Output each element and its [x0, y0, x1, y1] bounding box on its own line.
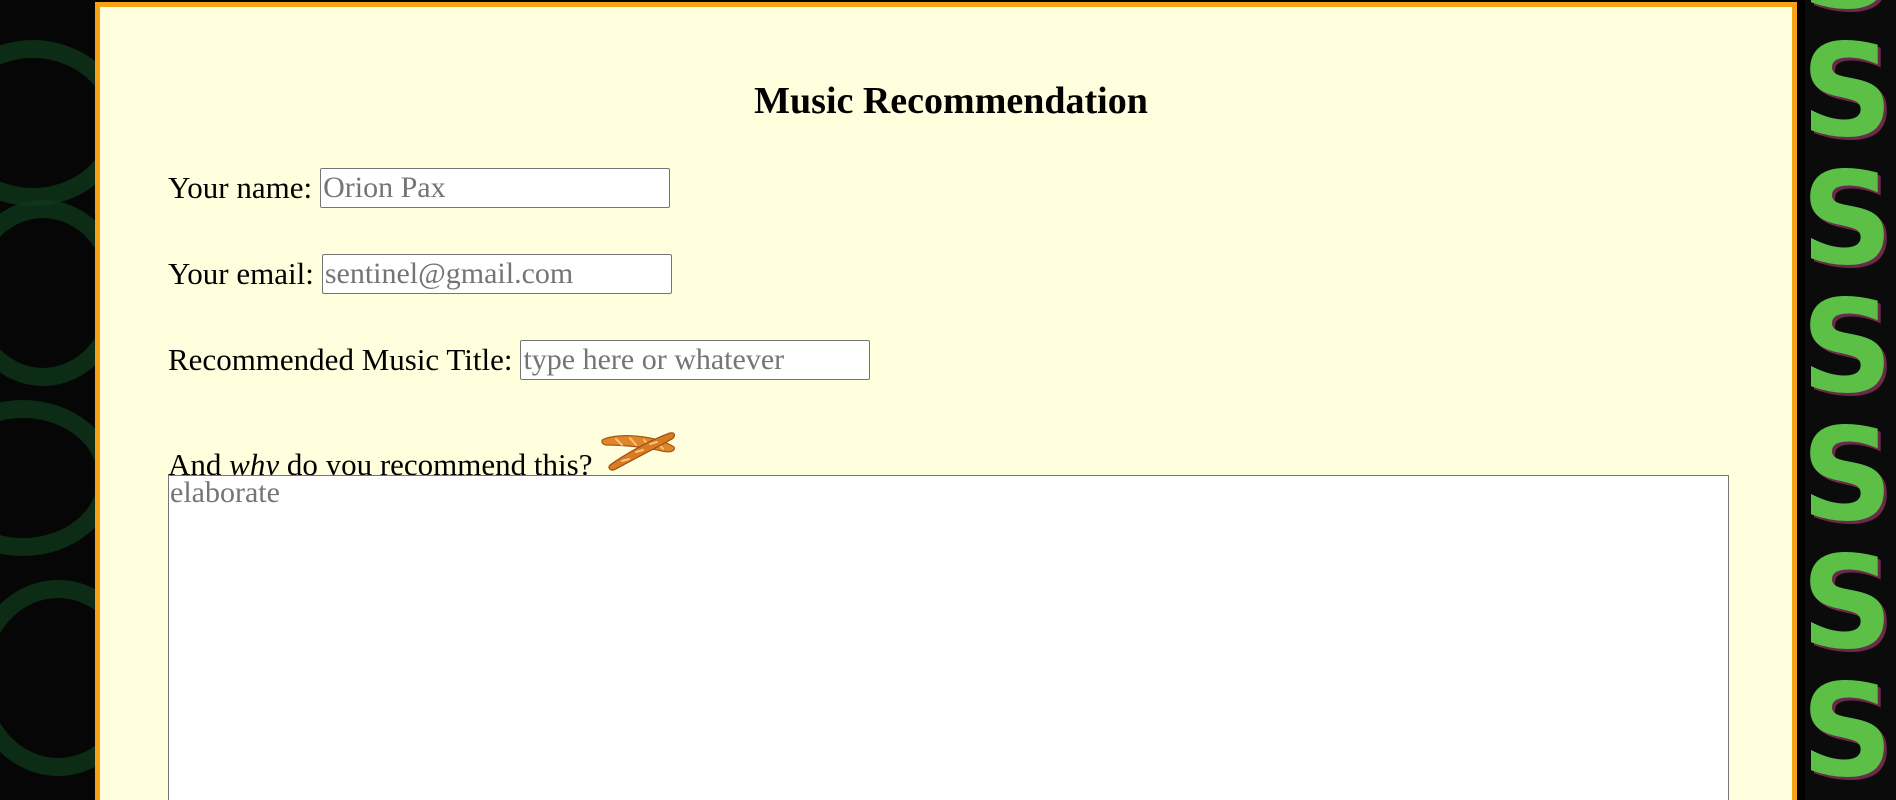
page-title: Music Recommendation: [754, 80, 1148, 122]
background-sp-text: Sp: [1805, 145, 1896, 294]
background-ring: [0, 580, 95, 776]
email-label: Your email:: [168, 256, 314, 291]
music-title-input[interactable]: [520, 340, 871, 380]
recommendation-form-panel: Music Recommendation Your name: Your ema…: [95, 2, 1797, 800]
background-ring: [0, 200, 95, 386]
background-sp-text: Sp: [1805, 529, 1896, 678]
name-input[interactable]: [320, 168, 671, 208]
background-ring: [0, 40, 95, 206]
email-row: Your email:: [168, 254, 672, 294]
name-row: Your name:: [168, 168, 671, 208]
background-sp-text: Sp: [1805, 657, 1896, 800]
right-background: Sp Sp Sp Sp Sp Sp Sp: [1805, 0, 1896, 800]
email-input[interactable]: [321, 254, 672, 294]
why-textarea[interactable]: [168, 475, 1729, 800]
background-sp-text: Sp: [1805, 17, 1896, 166]
baguette-icon: [600, 425, 678, 479]
background-sp-text: Sp: [1805, 273, 1896, 422]
background-ring: [0, 400, 95, 556]
background-sp-text: Sp: [1805, 401, 1896, 550]
music-title-row: Recommended Music Title:: [168, 340, 871, 380]
music-title-label: Recommended Music Title:: [168, 342, 513, 377]
left-background: [0, 0, 95, 800]
name-label: Your name:: [168, 170, 313, 205]
